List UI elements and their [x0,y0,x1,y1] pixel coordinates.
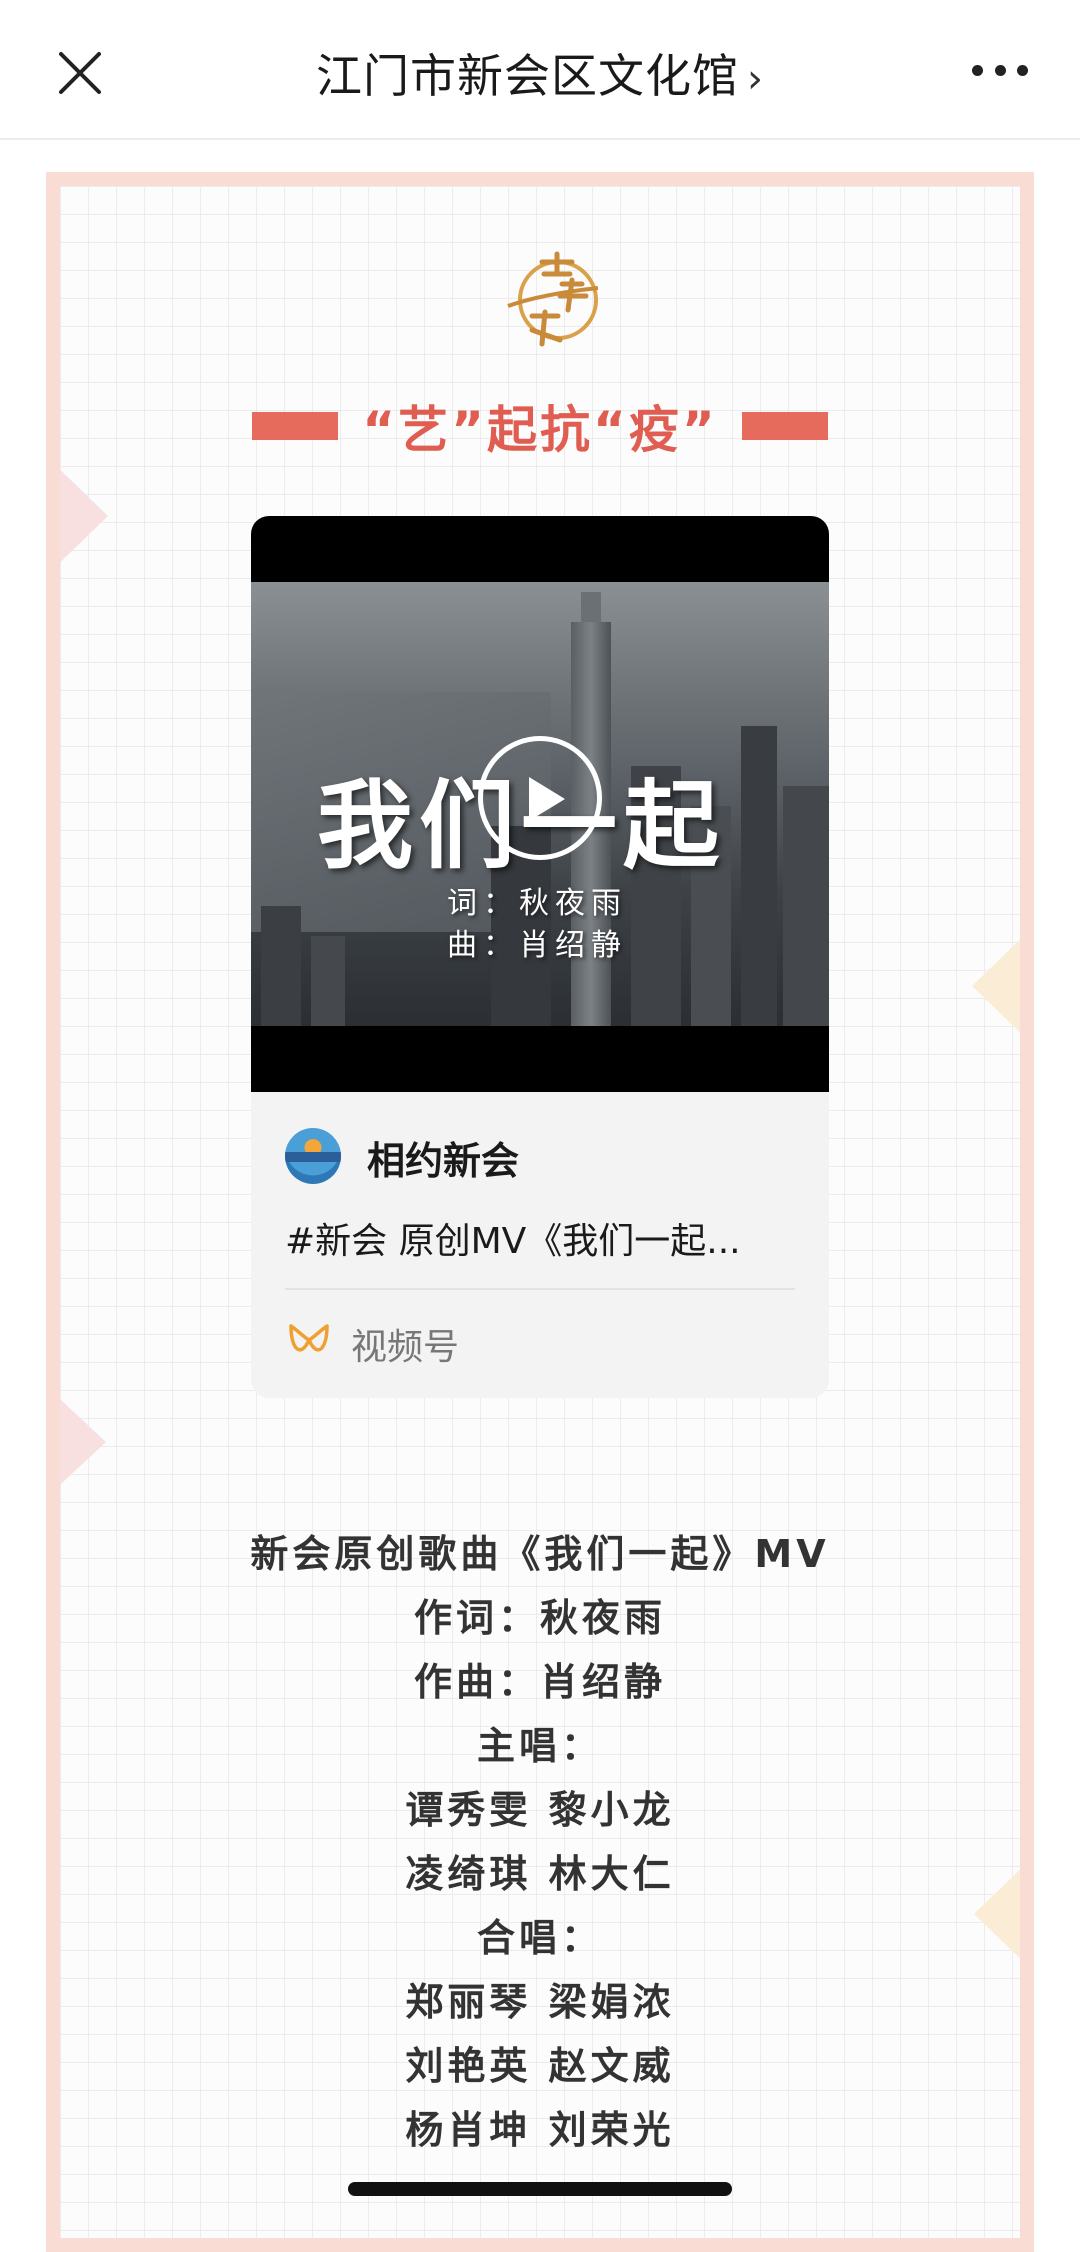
page-title[interactable]: 江门市新会区文化馆 [316,49,739,103]
video-player[interactable]: 我们一起 词：秋夜雨 曲：肖绍静 [251,516,829,1092]
video-lyricist-text: 词：秋夜雨 [447,886,627,921]
credits-line: 新会原创歌曲《我们一起》MV [250,1532,830,1576]
credits-line: 作词：秋夜雨 [413,1596,666,1640]
channels-icon [287,1320,331,1362]
decor-triangle [60,456,108,576]
credits-line: 郑丽琴 梁娟浓 [405,1980,675,2024]
section-heading: “艺”起抗“疫” [60,391,1020,461]
credits-line: 凌绮琪 林大仁 [405,1852,675,1896]
article-frame: “艺”起抗“疫” 我们一起 词：秋夜雨 曲：肖绍静 相约新会 #新会 原创MV《… [46,172,1034,2252]
credits-line: 谭秀雯 黎小龙 [405,1788,675,1832]
heading-bar-right [741,412,828,440]
credits-line: 主唱： [476,1724,603,1768]
credits-line: 杨肖坤 刘荣光 [405,2108,675,2152]
play-icon[interactable] [478,736,602,860]
credits-block: 新会原创歌曲《我们一起》MV 作词：秋夜雨 作曲：肖绍静 主唱： 谭秀雯 黎小龙… [60,1522,1020,2162]
chevron-right-icon[interactable]: › [747,56,764,102]
music-home-logo [502,244,606,354]
video-meta[interactable]: 相约新会 #新会 原创MV《我们一起... 视频号 [251,1092,829,1398]
home-indicator[interactable] [348,2182,732,2196]
divider [285,1288,795,1290]
channel-label: 视频号 [351,1327,460,1368]
account-title-link[interactable]: 江门市新会区文化馆 › [0,40,1080,106]
credits-line: 刘艳英 赵文威 [405,2044,675,2088]
decor-triangle [60,1386,106,1498]
video-composer-text: 曲：肖绍静 [447,928,627,963]
account-name[interactable]: 相约新会 [367,1130,519,1185]
decor-triangle [972,926,1020,1046]
top-nav-bar: 江门市新会区文化馆 › [0,0,1080,140]
more-icon[interactable] [972,60,1028,80]
account-avatar[interactable] [285,1128,341,1184]
credits-line: 作曲：肖绍静 [413,1660,666,1704]
heading-bar-left [252,412,339,440]
heading-text: “艺”起抗“疫” [362,401,718,459]
credits-line: 合唱： [476,1916,603,1960]
video-description[interactable]: #新会 原创MV《我们一起... [285,1212,741,1264]
video-card[interactable]: 我们一起 词：秋夜雨 曲：肖绍静 相约新会 #新会 原创MV《我们一起... 视… [251,516,829,1398]
